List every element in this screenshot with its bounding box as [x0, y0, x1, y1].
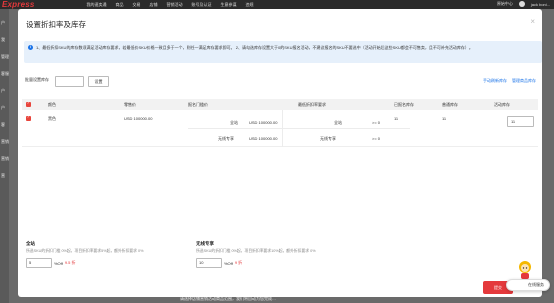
customer-service-icon[interactable]: [518, 260, 532, 280]
sidebar-label[interactable]: 管理: [1, 54, 9, 60]
threshold-name: 无线专享: [218, 136, 234, 141]
discount-desc: 所选SKU的折扣门槛 0%起，项目折扣率要求5%起，额外折扣要求 0%: [26, 249, 144, 253]
user-name[interactable]: jack boni...: [531, 2, 550, 7]
sku-table-header: 颜色 零售价 报名门槛价 最低折扣率要求 已报名库存 普通库存 活动库存: [22, 99, 538, 110]
sidebar-label[interactable]: 客: [1, 122, 9, 128]
nav-item[interactable]: 店铺: [150, 2, 158, 8]
info-icon: i: [28, 45, 33, 50]
threshold-price: USD 100000.00: [249, 120, 278, 125]
sidebar-label[interactable]: 我: [1, 37, 9, 43]
discount-input[interactable]: 5: [26, 258, 52, 268]
cell-registered-stock: 11: [394, 116, 399, 121]
discount-result: 9 折: [234, 260, 243, 265]
requirement-value: >= 0: [372, 120, 381, 125]
notice-text: 1、最低折扣SKU的库存数须满足活动库存要求，若最低价SKU价格一致且多于一个，…: [36, 45, 473, 50]
sidebar-label[interactable]: 营: [1, 173, 9, 179]
nav-item[interactable]: 交易: [133, 2, 141, 8]
refresh-stock-link[interactable]: 手动刷新库存: [483, 78, 507, 84]
sidebar-label[interactable]: 户: [1, 105, 9, 111]
batch-set-button[interactable]: 设置: [88, 76, 109, 87]
discount-desc: 所选SKU的折扣门槛 0%起，项目折扣率要求10%起，额外折扣要求 0%: [196, 249, 316, 253]
sidebar-label[interactable]: 户: [1, 88, 9, 94]
nav-item[interactable]: 营销活动: [167, 2, 183, 8]
subrow-divider: [188, 128, 410, 129]
threshold-name: 全站: [230, 120, 238, 125]
requirement-value: >= 0: [372, 136, 381, 141]
notice-banner: i 1、最低折扣SKU的库存数须满足活动库存要求，若最低价SKU价格一致且多于一…: [24, 41, 542, 63]
stock-links: 手动刷新库存 管理商品库存: [483, 78, 536, 84]
threshold-price: USD 100000.00: [249, 136, 278, 141]
app-topbar-right: 原始中心 jack boni...: [497, 1, 550, 7]
batch-stock-input[interactable]: [55, 76, 84, 87]
col-threshold: 报名门槛价: [188, 102, 208, 107]
avatar[interactable]: [518, 1, 525, 7]
app-sidebar: 户 我 管理 客服 户 户 客 营销 营销 营: [0, 9, 9, 303]
activity-stock-input[interactable]: 11: [507, 116, 534, 127]
table-row: 黑色 USD 100000.00 全站 USD 100000.00 无线专享 U…: [22, 110, 538, 147]
manage-stock-link[interactable]: 管理商品库存: [512, 78, 536, 84]
sidebar-label[interactable]: 客服: [1, 71, 9, 77]
col-retail: 零售价: [124, 102, 136, 107]
cell-color: 黑色: [48, 116, 56, 121]
cell-retail: USD 100000.00: [124, 116, 153, 121]
discount-suffix: %Off: [224, 260, 233, 266]
nav-item[interactable]: 账号及认证: [192, 2, 212, 8]
nav-item[interactable]: 商品: [116, 2, 124, 8]
app-nav: 我的速卖通 商品 交易 店铺 营销活动 账号及认证 生意参谋 违规: [87, 2, 254, 8]
online-service-button[interactable]: 在线服务: [506, 279, 550, 291]
nav-item[interactable]: 我的速卖通: [87, 2, 107, 8]
discount-input[interactable]: 10: [196, 258, 222, 268]
col-registered-stock: 已报名库存: [394, 102, 414, 107]
col-activity-stock: 活动库存: [494, 102, 510, 107]
nav-item[interactable]: 违规: [246, 2, 254, 8]
col-min-discount: 最低折扣率要求: [298, 102, 326, 107]
app-logo: Express: [2, 0, 35, 9]
batch-stock-label: 批量设置库存: [25, 77, 49, 82]
close-icon[interactable]: ×: [530, 17, 535, 26]
sidebar-label[interactable]: 营销: [1, 156, 9, 162]
cell-normal-stock: 11: [442, 116, 447, 121]
discount-result: 9.5 折: [64, 260, 76, 265]
discount-stock-dialog: 设置折扣率及库存 × i 1、最低折扣SKU的库存数须满足活动库存要求，若最低价…: [18, 9, 542, 297]
requirement-name: 全站: [334, 120, 342, 125]
col-color: 颜色: [48, 102, 56, 107]
app-topbar: Express 我的速卖通 商品 交易 店铺 营销活动 账号及认证 生意参谋 违…: [0, 0, 554, 9]
select-all-checkbox[interactable]: [26, 101, 31, 107]
center-link[interactable]: 原始中心: [497, 1, 513, 7]
discount-title: 全站: [26, 241, 35, 246]
row-checkbox[interactable]: [26, 115, 31, 121]
sidebar-label[interactable]: 户: [1, 20, 9, 26]
nav-item[interactable]: 生意参谋: [221, 2, 237, 8]
col-normal-stock: 普通库存: [442, 102, 458, 107]
discount-mobile: 无线专享 所选SKU的折扣门槛 0%起，项目折扣率要求10%起，额外折扣要求 0…: [196, 241, 316, 268]
dialog-title: 设置折扣率及库存: [26, 20, 86, 29]
discount-all-site: 全站 所选SKU的折扣门槛 0%起，项目折扣率要求5%起，额外折扣要求 0% 5…: [26, 241, 144, 268]
discount-title: 无线专享: [196, 241, 214, 246]
discount-suffix: %Off: [54, 260, 63, 266]
requirement-name: 无线专享: [320, 136, 336, 141]
sidebar-label[interactable]: 营销: [1, 139, 9, 145]
